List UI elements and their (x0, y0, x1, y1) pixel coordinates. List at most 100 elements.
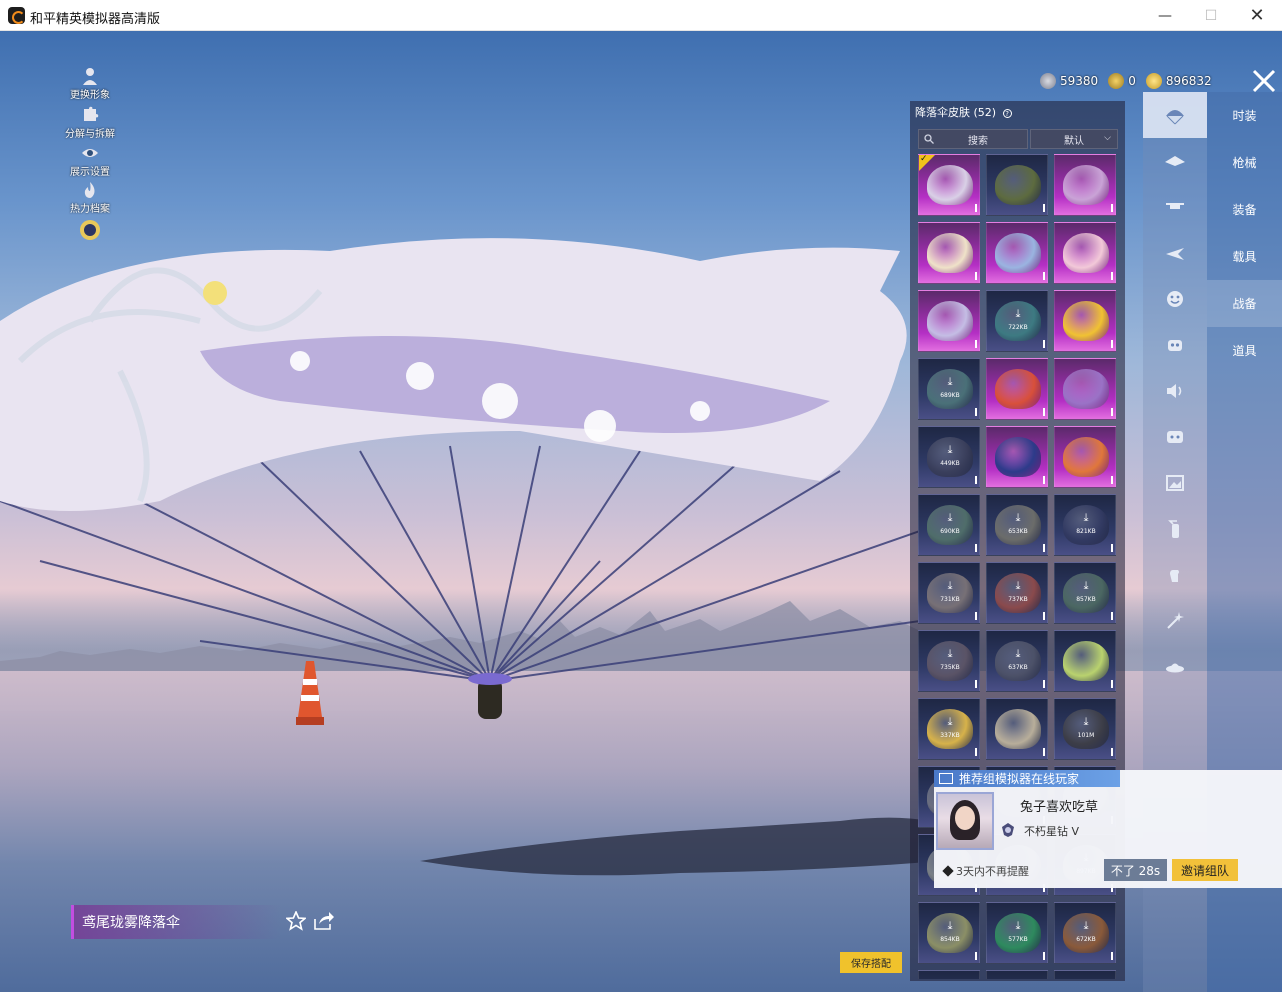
glider-icon (1165, 156, 1185, 166)
toy-icon (1167, 431, 1183, 443)
skin-grid-cell[interactable] (918, 290, 980, 352)
cell-indicator (1043, 544, 1045, 552)
category-glider[interactable] (1143, 138, 1207, 184)
monitor-icon (939, 773, 953, 784)
skin-grid-cell[interactable] (986, 698, 1048, 760)
decline-button[interactable]: 不了 28s (1104, 859, 1167, 881)
sidebar-item-change-look[interactable]: 更换形象 (62, 67, 118, 101)
skin-grid-cell[interactable]: ⤓ 101M (1054, 698, 1116, 760)
parachute-thumbnail (1063, 369, 1109, 409)
category-photo-frame[interactable] (1143, 460, 1207, 506)
category-toy[interactable] (1143, 414, 1207, 460)
skin-grid-cell[interactable]: ✓ (918, 154, 980, 216)
skin-grid-cell[interactable] (1054, 358, 1116, 420)
skin-grid-cell[interactable] (986, 222, 1048, 284)
skin-grid-cell[interactable]: ⤓ 449KB (918, 426, 980, 488)
skin-grid-cell[interactable]: ⤓ 672KB (1054, 902, 1116, 964)
tab-1[interactable]: 枪械 (1207, 139, 1282, 186)
category-hand-spray[interactable] (1143, 552, 1207, 598)
category-drone[interactable] (1143, 184, 1207, 230)
cell-indicator (1111, 612, 1113, 620)
sidebar-item-display-settings[interactable]: 展示设置 (62, 144, 118, 178)
parachute-thumbnail (1063, 641, 1109, 681)
skin-grid-cell[interactable] (1054, 630, 1116, 692)
tab-3[interactable]: 载具 (1207, 233, 1282, 280)
skin-grid-cell[interactable]: ⤓ 690KB (918, 494, 980, 556)
close-icon[interactable] (1250, 67, 1278, 95)
save-outfit-button[interactable]: 保存搭配 (840, 952, 902, 973)
flame-icon (84, 182, 95, 198)
skin-grid-cell[interactable] (1054, 222, 1116, 284)
avatar[interactable] (936, 792, 994, 850)
skin-grid-cell[interactable]: ⤓ 737KB (986, 562, 1048, 624)
tab-label: 载具 (1232, 250, 1257, 264)
skin-grid-cell[interactable]: ⤓ 653KB (986, 494, 1048, 556)
category-extinguisher[interactable] (1143, 506, 1207, 552)
skin-grid-cell[interactable]: ⤓ 854KB (918, 902, 980, 964)
cell-indicator (975, 544, 977, 552)
cell-indicator (975, 952, 977, 960)
category-parachute[interactable] (1143, 92, 1207, 138)
skin-grid-cell[interactable]: ⤓ 722KB (986, 290, 1048, 352)
ticket-icon (1108, 73, 1125, 89)
sort-dropdown[interactable]: 默认 ⌵ (1030, 129, 1118, 149)
sidebar-item-badge[interactable] (62, 219, 118, 242)
skin-grid-cell[interactable] (986, 970, 1048, 979)
skin-grid-cell[interactable] (1054, 290, 1116, 352)
skin-grid-cell[interactable] (986, 426, 1048, 488)
cell-indicator (1043, 952, 1045, 960)
category-ufo[interactable] (1143, 644, 1207, 690)
cell-indicator (1043, 340, 1045, 348)
ticket-amount: 0 (1128, 74, 1136, 88)
sidebar-item-label: 热力档案 (70, 204, 110, 215)
skin-grid-cell[interactable] (1054, 154, 1116, 216)
tab-4[interactable]: 战备 (1207, 280, 1282, 327)
app-logo-icon (8, 7, 25, 24)
category-sparkle-wand[interactable] (1143, 598, 1207, 644)
tab-0[interactable]: 时装 (1207, 92, 1282, 139)
download-size: 337KB (940, 732, 960, 739)
cell-indicator (1111, 544, 1113, 552)
skin-grid-cell[interactable] (986, 358, 1048, 420)
parachute-model (0, 238, 920, 719)
category-airplane[interactable] (1143, 230, 1207, 276)
dont-remind-toggle[interactable]: 3天内不再提醒 (942, 863, 1029, 879)
star-favorite-icon[interactable] (286, 911, 306, 931)
skin-grid-cell[interactable]: ⤓ 735KB (918, 630, 980, 692)
skin-grid-cell[interactable]: ⤓ 689KB (918, 358, 980, 420)
skin-grid-cell[interactable]: ⤓ 821KB (1054, 494, 1116, 556)
tab-5[interactable]: 道具 (1207, 327, 1282, 374)
sidebar-item-label: 更换形象 (70, 90, 110, 101)
cell-indicator (975, 476, 977, 484)
help-icon[interactable]: ? (1002, 109, 1012, 118)
invite-team-button[interactable]: 邀请组队 (1172, 859, 1238, 881)
skin-grid-cell[interactable]: ⤓ 731KB (918, 562, 980, 624)
cell-indicator (975, 680, 977, 688)
parachute-thumbnail (995, 369, 1041, 409)
skin-grid-cell[interactable] (1054, 970, 1116, 979)
selected-skin-name: 鸢尾珑雾降落伞 (71, 905, 281, 939)
skin-grid-cell[interactable] (918, 970, 980, 979)
skin-grid-cell[interactable]: ⤓ 337KB (918, 698, 980, 760)
sidebar-item-heat-profile[interactable]: 热力档案 (62, 181, 118, 215)
category-speaker[interactable] (1143, 368, 1207, 414)
parachute-thumbnail (1063, 301, 1109, 341)
skin-grid-cell[interactable] (1054, 426, 1116, 488)
close-window-button[interactable]: ✕ (1234, 0, 1280, 31)
skin-grid-cell[interactable]: ⤓ 577KB (986, 902, 1048, 964)
category-emote-face[interactable] (1143, 276, 1207, 322)
popup-header-text: 推荐组模拟器在线玩家 (959, 772, 1080, 786)
share-icon[interactable] (313, 911, 335, 931)
skin-grid-cell[interactable] (918, 222, 980, 284)
tab-2[interactable]: 装备 (1207, 186, 1282, 233)
skin-grid-cell[interactable]: ⤓ 637KB (986, 630, 1048, 692)
parachute-thumbnail (995, 233, 1041, 273)
search-input[interactable]: 搜索 (918, 129, 1028, 149)
download-icon: ⤓ (947, 647, 953, 660)
maximize-button[interactable]: ☐ (1188, 0, 1234, 31)
minimize-button[interactable]: — (1142, 0, 1188, 31)
sidebar-item-decompose[interactable]: 分解与拆解 (62, 106, 118, 140)
skin-grid-cell[interactable]: ⤓ 857KB (1054, 562, 1116, 624)
category-robot[interactable] (1143, 322, 1207, 368)
skin-grid-cell[interactable] (986, 154, 1048, 216)
